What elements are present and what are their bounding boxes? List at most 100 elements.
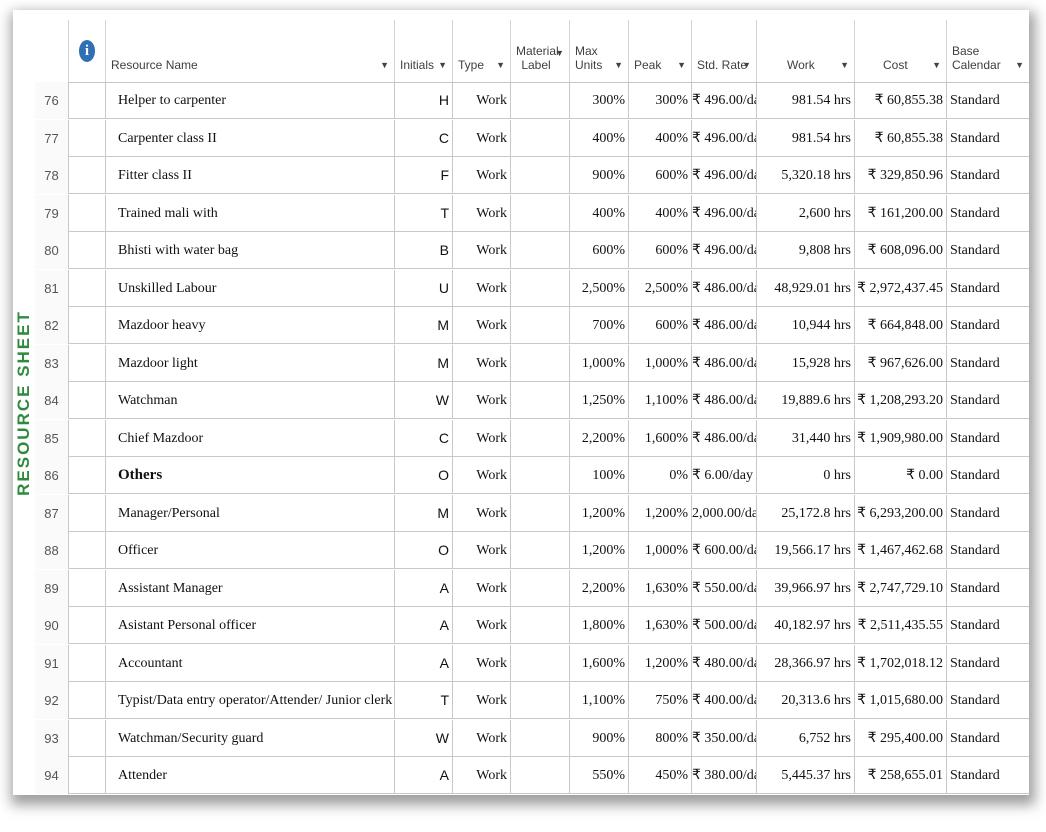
base-calendar-cell[interactable]: Standard [947,120,1029,157]
type-cell[interactable]: Work [453,382,511,419]
row-id-cell[interactable]: 79 [35,194,69,232]
base-calendar-cell[interactable]: Standard [947,645,1029,682]
table-row[interactable]: 87 Manager/Personal M Work 1,200% 1,200% 2,000… [35,494,1029,532]
resource-name-cell[interactable]: Carpenter class II [106,119,395,157]
row-id-cell[interactable]: 82 [35,307,69,344]
filter-arrow-icon[interactable]: ▼ [614,60,623,70]
header-resource-name[interactable]: Resource Name ▼ [106,20,395,82]
initials-cell[interactable]: A [395,644,453,682]
base-calendar-cell[interactable]: Standard [947,757,1029,794]
initials-cell[interactable]: A [395,757,453,794]
table-row[interactable]: 82 Mazdoor heavyMWork 700%600%₹ 486.00/day… [35,307,1029,344]
material-label-cell[interactable] [511,607,570,644]
header-indicators[interactable]: i [69,20,106,82]
select-all-corner[interactable] [35,20,69,82]
row-id-cell[interactable]: 93 [35,719,69,757]
table-row[interactable]: 86 Others O Work 100% 0% ₹ 6.00/day 0 hrs ₹ 0.00… [35,457,1029,494]
view-bar[interactable]: RESOURCE SHEET [13,10,37,795]
table-row[interactable]: 77 Carpenter class II C Work 400% 400% ₹ 496.0… [35,119,1029,157]
table-row[interactable]: 84 WatchmanWWork 1,250%1,100%₹ 486.00/day1… [35,382,1029,419]
initials-cell[interactable]: U [395,269,453,307]
material-label-cell[interactable] [511,382,570,419]
table-row[interactable]: 85 Chief Mazdoor C Work 2,200% 1,600% ₹ 486.00… [35,419,1029,457]
initials-cell[interactable]: W [395,382,453,419]
resource-name-cell[interactable]: Typist/Data entry operator/Attender/ Jun… [106,682,395,719]
header-initials[interactable]: Initials ▼ [395,20,453,82]
table-row[interactable]: 76 Helper to carpenter H Work 300% 300% ₹ 496.… [35,82,1029,119]
header-cost[interactable]: Cost ▼ [855,20,947,82]
filter-arrow-icon[interactable]: ▼ [840,60,849,70]
max-units-cell[interactable]: 1,250% [570,382,629,419]
base-calendar-cell[interactable]: Standard [947,720,1029,757]
resource-name-cell[interactable]: Attender [106,757,395,794]
type-cell[interactable]: Work [453,344,511,382]
indicators-cell[interactable] [69,344,106,382]
type-cell[interactable]: Work [453,494,511,532]
row-id-cell[interactable]: 80 [35,232,69,269]
std-rate-cell[interactable]: ₹ 486.00/day [692,269,757,307]
type-cell[interactable]: Work [453,569,511,607]
max-units-cell[interactable]: 1,100% [570,682,629,719]
max-units-cell[interactable]: 1,000% [570,344,629,382]
std-rate-cell[interactable]: ₹ 496.00/day [692,119,757,157]
type-cell[interactable]: Work [453,682,511,719]
std-rate-cell[interactable]: ₹ 496.00/day [692,157,757,194]
std-rate-cell[interactable]: ₹ 496.00/day [692,194,757,232]
indicators-cell[interactable] [69,382,106,419]
base-calendar-cell[interactable]: Standard [947,382,1029,419]
resource-name-cell[interactable]: Manager/Personal [106,494,395,532]
type-cell[interactable]: Work [453,457,511,494]
max-units-cell[interactable]: 900% [570,719,629,757]
row-id-cell[interactable]: 77 [35,119,69,157]
std-rate-cell[interactable]: ₹ 496.00/day [692,82,757,119]
max-units-cell[interactable]: 400% [570,194,629,232]
resource-name-cell[interactable]: Trained mali with [106,194,395,232]
std-rate-cell[interactable]: ₹ 496.00/day [692,232,757,269]
indicators-cell[interactable] [69,269,106,307]
material-label-cell[interactable] [511,457,570,494]
table-row[interactable]: 83 Mazdoor light M Work 1,000% 1,000% ₹ 486.00… [35,344,1029,382]
header-max-units[interactable]: Max Units ▼ [570,20,629,82]
max-units-cell[interactable]: 1,200% [570,494,629,532]
base-calendar-cell[interactable]: Standard [947,270,1029,307]
material-label-cell[interactable] [511,269,570,307]
indicators-cell[interactable] [69,419,106,457]
filter-arrow-icon[interactable]: ▼ [496,60,505,70]
row-id-cell[interactable]: 81 [35,269,69,307]
material-label-cell[interactable] [511,569,570,607]
max-units-cell[interactable]: 900% [570,157,629,194]
filter-arrow-icon[interactable]: ▼ [677,60,686,70]
resource-name-cell[interactable]: Officer [106,532,395,569]
resource-name-cell[interactable]: Bhisti with water bag [106,232,395,269]
material-label-cell[interactable] [511,644,570,682]
row-id-cell[interactable]: 84 [35,382,69,419]
indicators-cell[interactable] [69,494,106,532]
row-id-cell[interactable]: 92 [35,682,69,719]
initials-cell[interactable]: T [395,682,453,719]
table-row[interactable]: 79 Trained mali with T Work 400% 400% ₹ 496.00… [35,194,1029,232]
max-units-cell[interactable]: 2,200% [570,419,629,457]
table-row[interactable]: 93 Watchman/Security guard W Work 900% 800% ₹ … [35,719,1029,757]
max-units-cell[interactable]: 400% [570,119,629,157]
material-label-cell[interactable] [511,232,570,269]
type-cell[interactable]: Work [453,119,511,157]
type-cell[interactable]: Work [453,307,511,344]
header-std-rate[interactable]: Std. Rate ▼ [692,20,757,82]
initials-cell[interactable]: O [395,532,453,569]
row-id-cell[interactable]: 90 [35,607,69,644]
indicators-cell[interactable] [69,194,106,232]
std-rate-cell[interactable]: 2,000.00/day [692,494,757,532]
max-units-cell[interactable]: 2,200% [570,569,629,607]
max-units-cell[interactable]: 1,200% [570,532,629,569]
std-rate-cell[interactable]: ₹ 6.00/day [692,457,757,494]
material-label-cell[interactable] [511,157,570,194]
initials-cell[interactable]: B [395,232,453,269]
base-calendar-cell[interactable]: Standard [947,307,1029,344]
material-label-cell[interactable] [511,532,570,569]
initials-cell[interactable]: W [395,719,453,757]
indicators-cell[interactable] [69,682,106,719]
indicators-cell[interactable] [69,82,106,119]
resource-name-cell[interactable]: Accountant [106,644,395,682]
material-label-cell[interactable] [511,119,570,157]
row-id-cell[interactable]: 91 [35,644,69,682]
